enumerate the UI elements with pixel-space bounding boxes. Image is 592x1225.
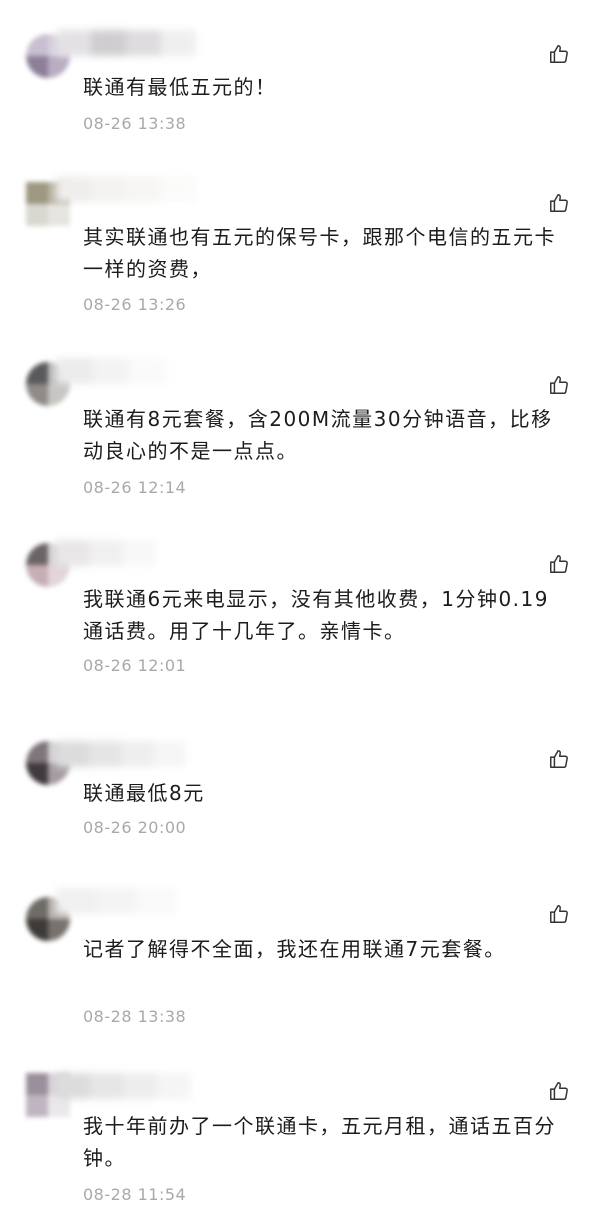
username-blurred — [56, 1073, 191, 1099]
like-button[interactable] — [548, 43, 570, 65]
username-blurred — [56, 741, 186, 767]
comment-timestamp: 08-26 13:26 — [83, 295, 187, 314]
comment-text: 联通有8元套餐，含200M流量30分钟语音，比移动良心的不是一点点。 — [83, 407, 553, 463]
comment-text: 其实联通也有五元的保号卡，跟那个电信的五元卡一样的资费， — [83, 225, 556, 281]
comment-timestamp: 08-28 13:38 — [83, 1007, 187, 1026]
comment-text: 记者了解得不全面，我还在用联通7元套餐。 — [83, 937, 506, 961]
like-button[interactable] — [548, 903, 570, 925]
thumbs-up-icon — [550, 45, 568, 63]
thumbs-up-icon — [550, 750, 568, 768]
comment-timestamp: 08-26 12:01 — [83, 656, 187, 675]
thumbs-up-icon — [550, 376, 568, 394]
thumbs-up-icon — [550, 194, 568, 212]
username-blurred — [56, 358, 167, 384]
comment-text: 我十年前办了一个联通卡，五元月租，通话五百分钟。 — [83, 1114, 556, 1170]
thumbs-up-icon — [550, 1082, 568, 1100]
username-blurred — [56, 540, 156, 566]
like-button[interactable] — [548, 192, 570, 214]
comment-text: 联通最低8元 — [83, 781, 205, 805]
like-button[interactable] — [548, 374, 570, 396]
comment-timestamp: 08-26 20:00 — [83, 818, 187, 837]
like-button[interactable] — [548, 553, 570, 575]
comment-timestamp: 08-28 11:54 — [83, 1185, 187, 1204]
thumbs-up-icon — [550, 905, 568, 923]
comment-timestamp: 08-26 13:38 — [83, 114, 187, 133]
like-button[interactable] — [548, 748, 570, 770]
comment-timestamp: 08-26 12:14 — [83, 478, 187, 497]
comment-text: 联通有最低五元的！ — [83, 75, 277, 99]
username-blurred — [56, 176, 196, 202]
like-button[interactable] — [548, 1080, 570, 1102]
thumbs-up-icon — [550, 555, 568, 573]
comment-text: 我联通6元来电显示，没有其他收费，1分钟0.19通话费。用了十几年了。亲情卡。 — [83, 587, 549, 643]
username-blurred — [56, 888, 176, 914]
username-blurred — [56, 30, 196, 56]
